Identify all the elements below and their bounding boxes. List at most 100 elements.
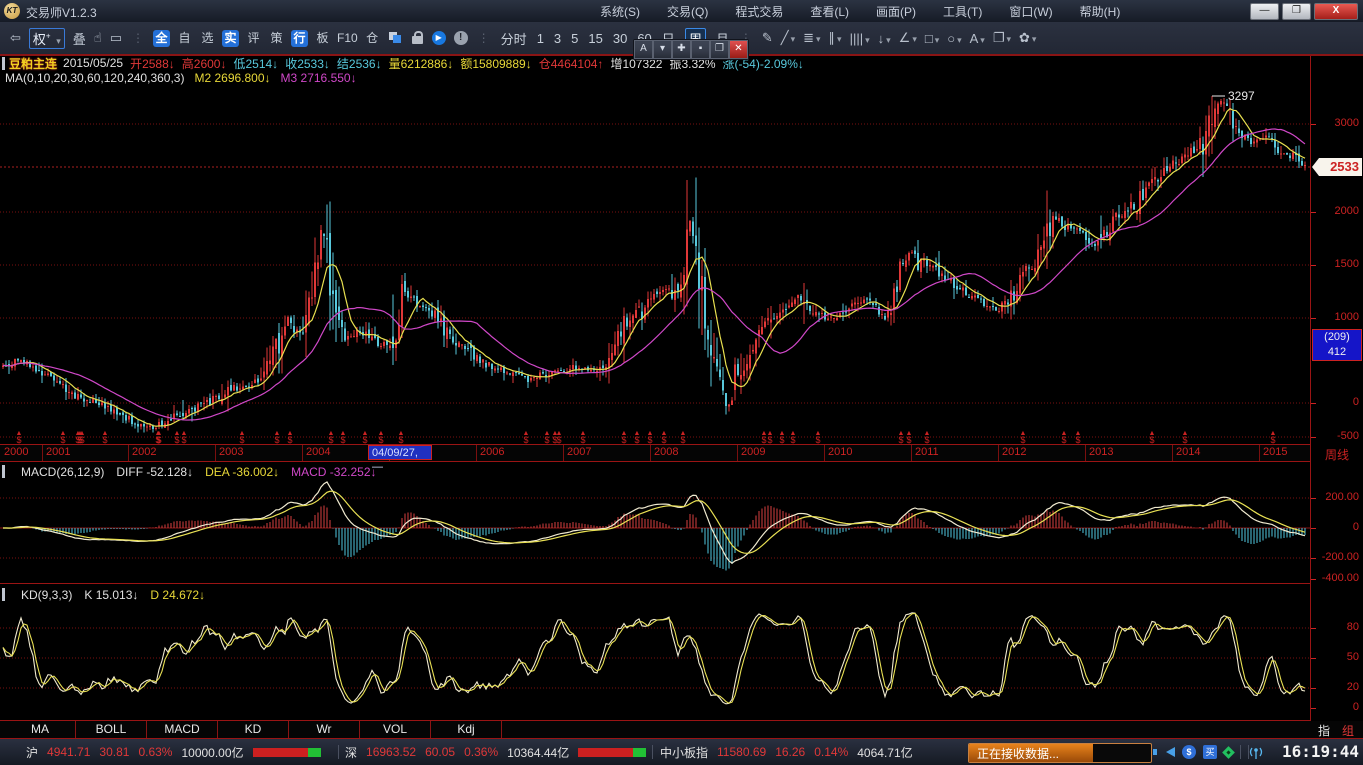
- draw-tool-9-icon[interactable]: A▾: [970, 31, 985, 46]
- dot-button[interactable]: ▪: [691, 40, 710, 59]
- rights-adjust-dropdown[interactable]: 权+ ▾: [29, 28, 65, 49]
- quote-field-0: 开2588↓: [130, 55, 175, 72]
- period-30[interactable]: 30: [613, 31, 627, 46]
- menu-item-5[interactable]: 工具(T): [943, 3, 982, 20]
- draw-tool-5-icon[interactable]: ↓▾: [878, 31, 891, 46]
- close-button[interactable]: X: [1314, 3, 1358, 20]
- announcement-icon[interactable]: [1166, 747, 1175, 757]
- period-分时[interactable]: 分时: [501, 29, 527, 48]
- draw-tool-10-icon[interactable]: ❐▾: [993, 30, 1011, 46]
- quick-button-策[interactable]: 策: [268, 30, 285, 47]
- restore-button[interactable]: ❐: [1282, 3, 1311, 20]
- index-深[interactable]: 深16963.5260.050.36%10364.44亿: [345, 739, 646, 765]
- period-15[interactable]: 15: [588, 31, 602, 46]
- tab-VOL[interactable]: VOL: [360, 721, 431, 738]
- quick-button-仓[interactable]: 仓: [364, 30, 381, 47]
- macd-params[interactable]: MACD(26,12,9): [21, 465, 104, 479]
- draw-tool-3-icon[interactable]: ∥▾: [829, 30, 842, 46]
- period-5[interactable]: 5: [571, 31, 578, 46]
- svg-text:$: $: [174, 435, 179, 444]
- svg-text:$: $: [906, 435, 911, 444]
- menu-item-3[interactable]: 查看(L): [810, 3, 849, 20]
- quick-button-选[interactable]: 选: [199, 30, 216, 47]
- svg-text:$: $: [647, 435, 652, 444]
- index-bar: [253, 748, 321, 757]
- alert-icon[interactable]: !: [454, 31, 468, 45]
- kd-chart[interactable]: [0, 584, 1310, 720]
- ma-params[interactable]: MA(0,10,20,30,60,120,240,360,3): [5, 71, 184, 84]
- ruler-icon[interactable]: ▭: [110, 30, 122, 46]
- text-tool-button[interactable]: A: [634, 40, 653, 59]
- quick-button-F10[interactable]: F10: [337, 30, 358, 47]
- period-3[interactable]: 3: [554, 31, 561, 46]
- buy-icon[interactable]: 买: [1203, 745, 1217, 759]
- tab-right-指[interactable]: 指: [1318, 722, 1330, 739]
- index-沪[interactable]: 沪4941.7130.810.63%10000.00亿: [26, 739, 321, 765]
- macd-tick--400.00: -400.00: [1322, 572, 1359, 584]
- menu-item-0[interactable]: 系统(S): [600, 3, 640, 20]
- draw-tool-7-icon[interactable]: □▾: [925, 31, 939, 46]
- tab-Kdj[interactable]: Kdj: [431, 721, 502, 738]
- draw-tool-0-icon[interactable]: ✎: [762, 30, 773, 46]
- quote-field-2: 低2514↓: [233, 55, 278, 72]
- hand-tool-icon[interactable]: ☝: [94, 30, 102, 46]
- quick-button-实[interactable]: 实: [222, 30, 239, 47]
- menu-item-4[interactable]: 画面(P): [876, 3, 916, 20]
- trading-app-window: KT 交易师V1.2.3 系统(S)交易(Q)程式交易查看(L)画面(P)工具(…: [0, 0, 1363, 765]
- tab-Wr[interactable]: Wr: [289, 721, 360, 738]
- indicator-tabs: MABOLLMACDKDWrVOLKdj 指组: [0, 721, 1363, 738]
- quick-button-全[interactable]: 全: [153, 30, 170, 47]
- quote-field-6: 额15809889↓: [460, 55, 531, 72]
- market-status-icon[interactable]: [1222, 746, 1235, 759]
- draw-tool-11-icon[interactable]: ✿▾: [1019, 30, 1036, 46]
- menu-item-2[interactable]: 程式交易: [735, 3, 783, 20]
- menu-item-1[interactable]: 交易(Q): [667, 3, 708, 20]
- minimize-button[interactable]: —: [1250, 3, 1279, 20]
- app-logo-icon: KT: [4, 3, 20, 19]
- pane-grip[interactable]: [2, 588, 5, 601]
- macd-diff-value: DIFF -52.128↓: [116, 465, 193, 479]
- divider[interactable]: [0, 583, 1363, 584]
- quick-button-板[interactable]: 板: [314, 30, 331, 47]
- funds-icon[interactable]: $: [1182, 745, 1196, 759]
- quick-button-行[interactable]: 行: [291, 30, 308, 47]
- price-tick-3000: 3000: [1335, 117, 1359, 129]
- draw-tool-4-icon[interactable]: ||||▾: [850, 31, 870, 46]
- menu-item-6[interactable]: 窗口(W): [1009, 3, 1052, 20]
- year-separator: [824, 445, 825, 461]
- text-dropdown[interactable]: ▾: [653, 40, 672, 59]
- tab-KD[interactable]: KD: [218, 721, 289, 738]
- period-1[interactable]: 1: [537, 31, 544, 46]
- draw-tool-6-icon[interactable]: ∠▾: [899, 30, 917, 46]
- back-icon[interactable]: ⇦: [10, 30, 21, 46]
- quick-button-自[interactable]: 自: [176, 30, 193, 47]
- year-label-2008: 2008: [654, 446, 678, 458]
- tab-right-组[interactable]: 组: [1342, 722, 1354, 739]
- year-separator: [42, 445, 43, 461]
- receiving-data-button[interactable]: 正在接收数据...: [968, 743, 1152, 763]
- pane-grip[interactable]: [2, 57, 5, 70]
- pane-grip[interactable]: [2, 465, 5, 478]
- menu-item-7[interactable]: 帮助(H): [1080, 3, 1121, 20]
- move-button[interactable]: ✚: [672, 40, 691, 59]
- box-button[interactable]: ❐: [710, 40, 729, 59]
- instrument-name[interactable]: 豆粕主连: [9, 55, 57, 72]
- overlay-icon[interactable]: 叠: [73, 29, 86, 48]
- tab-MACD[interactable]: MACD: [147, 721, 218, 738]
- cascade-windows-icon[interactable]: [389, 32, 402, 44]
- signal-icon[interactable]: [1248, 745, 1264, 760]
- tab-MA[interactable]: MA: [5, 721, 76, 738]
- draw-tool-8-icon[interactable]: ○▾: [947, 31, 961, 46]
- index-中小板指[interactable]: 中小板指11580.6916.260.14%4064.71亿: [660, 739, 913, 765]
- play-icon[interactable]: ▶: [432, 31, 446, 45]
- draw-tool-2-icon[interactable]: ≣▾: [803, 30, 820, 46]
- price-chart[interactable]: ▲$▲$▲$▲$▲$▲$▲$▲$▲$▲$▲$▲$▲$▲$▲$▲$▲$▲$▲$▲$…: [0, 56, 1310, 444]
- draw-tool-1-icon[interactable]: ╱▾: [781, 30, 795, 46]
- close-annotation-button[interactable]: ✕: [729, 40, 748, 59]
- year-separator: [1172, 445, 1173, 461]
- macd-chart[interactable]: [0, 462, 1310, 583]
- tab-BOLL[interactable]: BOLL: [76, 721, 147, 738]
- lock-icon[interactable]: [412, 36, 423, 44]
- kd-params[interactable]: KD(9,3,3): [21, 588, 72, 602]
- quick-button-评[interactable]: 评: [245, 30, 262, 47]
